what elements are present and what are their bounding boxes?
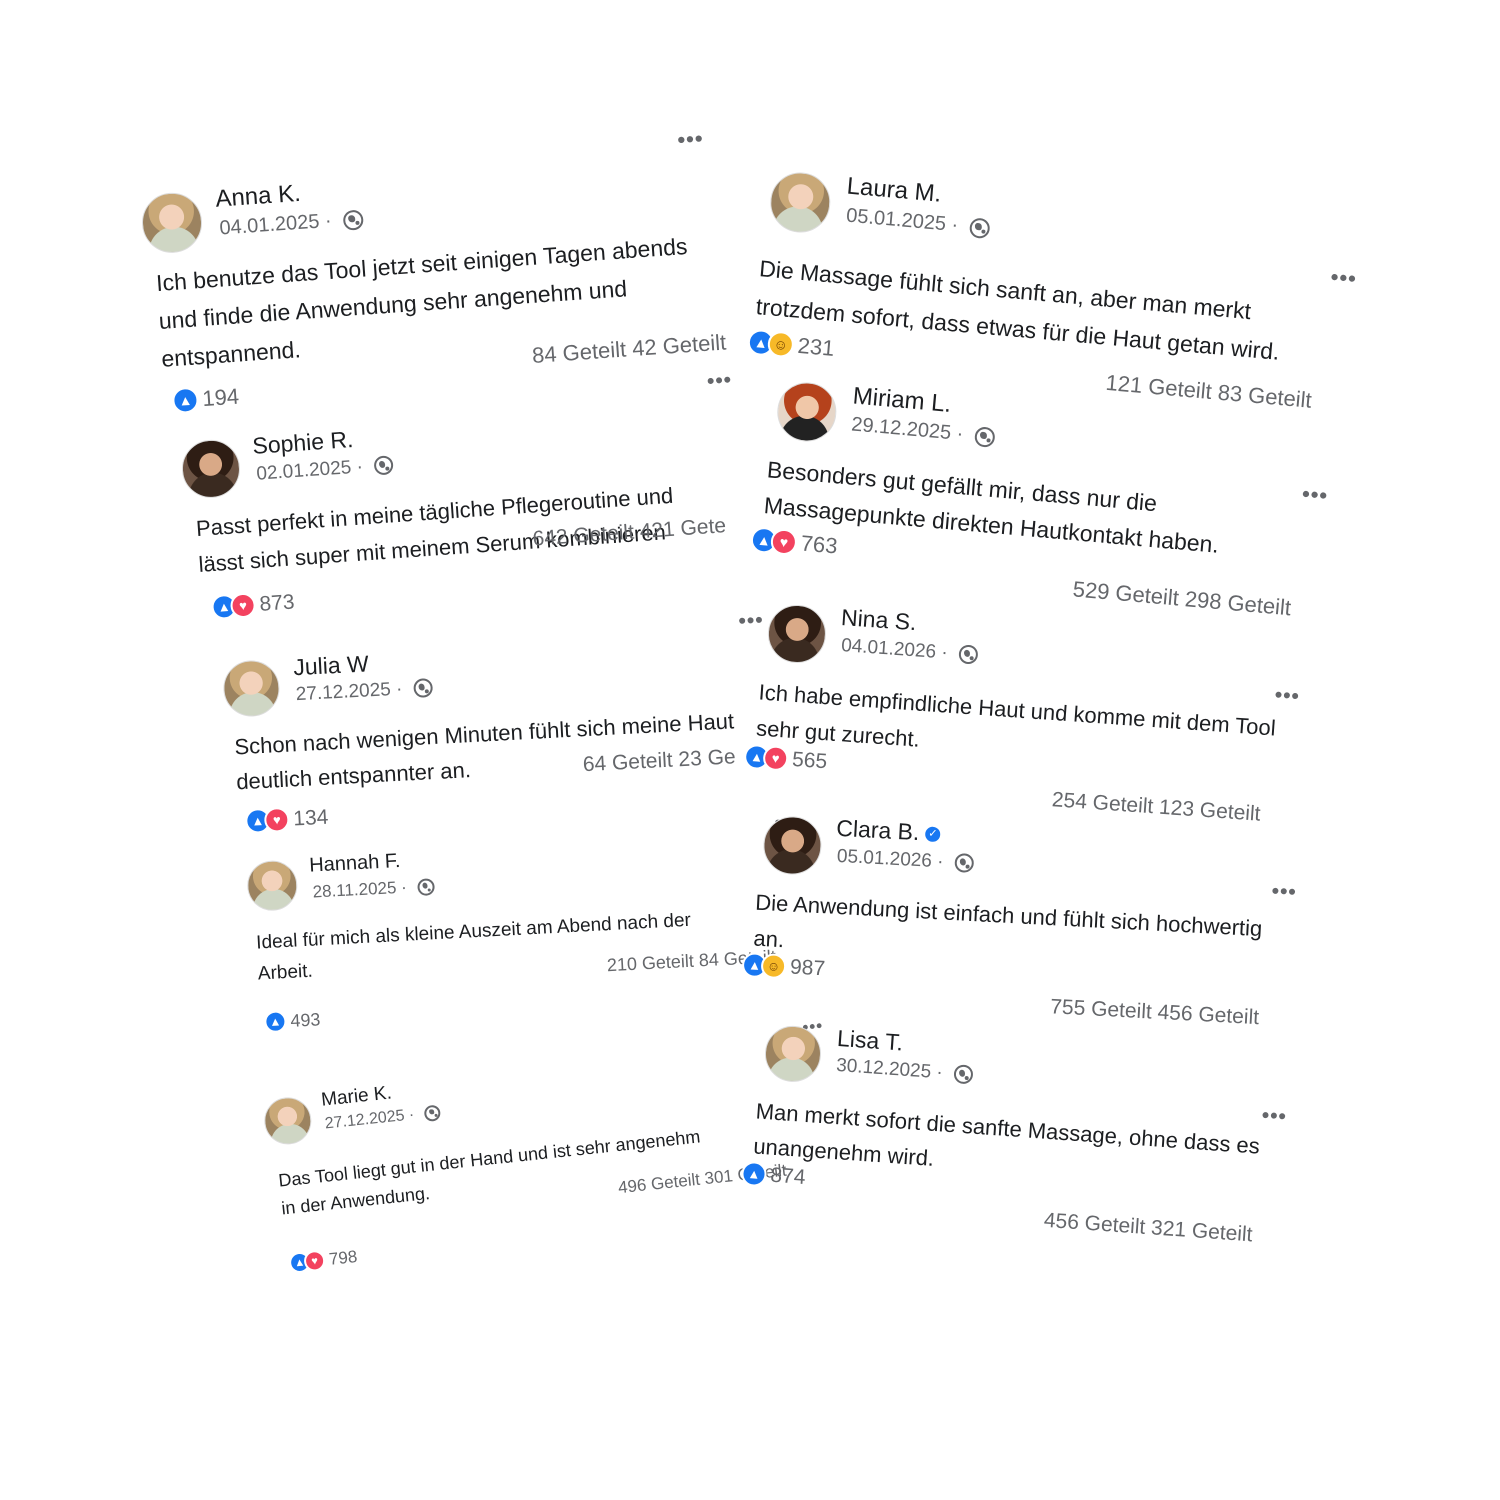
author-name[interactable]: Nina S. bbox=[840, 604, 917, 636]
post-date-text: 04.01.2026 bbox=[840, 635, 937, 663]
avatar[interactable] bbox=[767, 170, 833, 236]
date-separator: · bbox=[318, 209, 338, 233]
globe-icon bbox=[417, 878, 435, 897]
date-separator: · bbox=[935, 641, 954, 664]
post-date-text: 05.01.2025 bbox=[845, 204, 947, 236]
reaction-summary[interactable]: ▲ ☺ 987 bbox=[741, 952, 826, 981]
post-date-text: 04.01.2025 bbox=[218, 210, 321, 240]
author-name-text: Hannah F. bbox=[308, 849, 401, 877]
share-count[interactable]: 529 Geteilt 298 Geteilt bbox=[1072, 576, 1292, 621]
globe-icon bbox=[958, 644, 979, 666]
reaction-count: 231 bbox=[796, 332, 836, 361]
post-text: Die Anwendung ist einfach und fühlt sich… bbox=[753, 885, 1264, 983]
more-options-icon[interactable]: ••• bbox=[706, 368, 733, 394]
globe-icon bbox=[968, 217, 991, 239]
post-date: 05.01.2025 · bbox=[845, 204, 991, 240]
more-options-icon[interactable]: ••• bbox=[1261, 1104, 1288, 1130]
date-separator: · bbox=[930, 1061, 949, 1084]
date-separator: · bbox=[945, 213, 965, 237]
like-reaction-icon: ▲ bbox=[263, 1010, 287, 1034]
reaction-count: 134 bbox=[292, 805, 329, 830]
globe-icon bbox=[973, 425, 996, 448]
reaction-summary[interactable]: ▲ 493 bbox=[263, 1008, 321, 1034]
reaction-summary[interactable]: ▲ ♥ 134 bbox=[244, 805, 329, 834]
globe-icon bbox=[423, 1104, 442, 1122]
love-reaction-icon: ♥ bbox=[263, 806, 290, 833]
haha-reaction-icon: ☺ bbox=[760, 953, 787, 980]
globe-icon bbox=[953, 1064, 974, 1085]
post-date: 30.12.2025 · bbox=[835, 1054, 974, 1087]
avatar[interactable] bbox=[140, 190, 205, 255]
date-separator: · bbox=[403, 1105, 420, 1125]
post-date-text: 29.12.2025 bbox=[850, 413, 953, 445]
post-text: Ideal für mich als kleine Auszeit am Abe… bbox=[255, 905, 693, 990]
post-text: Ich habe empfindliche Haut und komme mit… bbox=[755, 674, 1277, 782]
share-count[interactable]: 254 Geteilt 123 Geteilt bbox=[1051, 788, 1261, 827]
post-date: 29.12.2025 · bbox=[850, 413, 996, 448]
author-name[interactable]: Marie K. bbox=[320, 1082, 393, 1111]
share-count[interactable]: 755 Geteilt 456 Geteilt bbox=[1050, 995, 1260, 1030]
more-options-icon[interactable]: ••• bbox=[738, 609, 764, 634]
share-count[interactable]: 121 Geteilt 83 Geteilt bbox=[1105, 370, 1313, 414]
reaction-count: 987 bbox=[789, 955, 826, 980]
author-name[interactable]: Anna K. bbox=[215, 180, 302, 214]
reaction-count: 874 bbox=[769, 1163, 807, 1189]
author-name-text: Marie K. bbox=[320, 1082, 393, 1111]
avatar[interactable] bbox=[262, 1095, 314, 1147]
author-name-text: Lisa T. bbox=[836, 1024, 905, 1056]
author-name-text: Nina S. bbox=[840, 604, 918, 636]
reaction-summary[interactable]: ▲ ☺ 231 bbox=[746, 328, 836, 362]
date-separator: · bbox=[395, 877, 412, 898]
author-name[interactable]: Lisa T. bbox=[836, 1025, 904, 1057]
post-date: 04.01.2025 · bbox=[219, 208, 364, 241]
reaction-count: 798 bbox=[327, 1246, 359, 1269]
post-date-text: 30.12.2025 bbox=[835, 1054, 932, 1083]
reaction-count: 565 bbox=[791, 747, 828, 773]
date-separator: · bbox=[950, 422, 970, 446]
post-text: Das Tool liegt gut in der Hand und ist s… bbox=[277, 1122, 704, 1222]
author-name[interactable]: Miriam L. bbox=[852, 382, 953, 418]
author-name[interactable]: Laura M. bbox=[846, 173, 943, 209]
love-reaction-icon: ♥ bbox=[229, 592, 257, 619]
post-date-text: 28.11.2025 bbox=[312, 878, 397, 902]
reaction-summary[interactable]: ▲ 874 bbox=[740, 1160, 807, 1190]
reaction-count: 763 bbox=[799, 530, 839, 559]
post-date: 04.01.2026 · bbox=[840, 635, 979, 667]
author-name-text: Miriam L. bbox=[851, 382, 953, 418]
reaction-summary[interactable]: ▲ 194 bbox=[171, 383, 240, 415]
more-options-icon[interactable]: ••• bbox=[1274, 683, 1301, 709]
haha-reaction-icon: ☺ bbox=[766, 330, 795, 359]
avatar[interactable] bbox=[774, 380, 839, 444]
reaction-count: 873 bbox=[258, 589, 296, 616]
post-date-text: 27.12.2025 bbox=[323, 1107, 406, 1133]
love-reaction-icon: ♥ bbox=[762, 744, 790, 772]
globe-icon bbox=[342, 209, 364, 231]
post-body-clip: Schon nach wenigen Minuten fühlt sich me… bbox=[222, 633, 780, 921]
reaction-count: 194 bbox=[201, 383, 240, 412]
share-count[interactable]: 456 Geteilt 321 Geteilt bbox=[1043, 1209, 1253, 1248]
author-name[interactable]: Hannah F. bbox=[309, 850, 401, 878]
author-name-text: Anna K. bbox=[214, 179, 302, 213]
post-date-text: 05.01.2026 bbox=[836, 845, 933, 872]
love-reaction-icon: ♥ bbox=[769, 527, 798, 557]
author-name-text: Laura M. bbox=[845, 172, 943, 208]
author-name-text: Clara B. bbox=[835, 814, 921, 846]
like-reaction-icon: ▲ bbox=[171, 386, 200, 415]
reaction-summary[interactable]: ▲ ♥ 798 bbox=[288, 1246, 358, 1274]
more-options-icon[interactable]: ••• bbox=[1301, 481, 1329, 509]
globe-icon bbox=[954, 853, 975, 874]
date-separator: · bbox=[931, 850, 950, 873]
reaction-count: 493 bbox=[289, 1008, 321, 1031]
author-name[interactable]: Clara B. ✓ bbox=[836, 815, 941, 847]
more-options-icon[interactable]: ••• bbox=[1330, 264, 1358, 292]
verified-badge-icon: ✓ bbox=[924, 826, 941, 843]
more-options-icon[interactable]: ••• bbox=[1271, 880, 1297, 905]
like-reaction-icon: ▲ bbox=[740, 1160, 768, 1188]
more-options-icon[interactable]: ••• bbox=[677, 126, 705, 154]
post-text: Man merkt sofort die sanfte Massage, ohn… bbox=[752, 1093, 1261, 1198]
post-date: 05.01.2026 · bbox=[836, 845, 975, 875]
